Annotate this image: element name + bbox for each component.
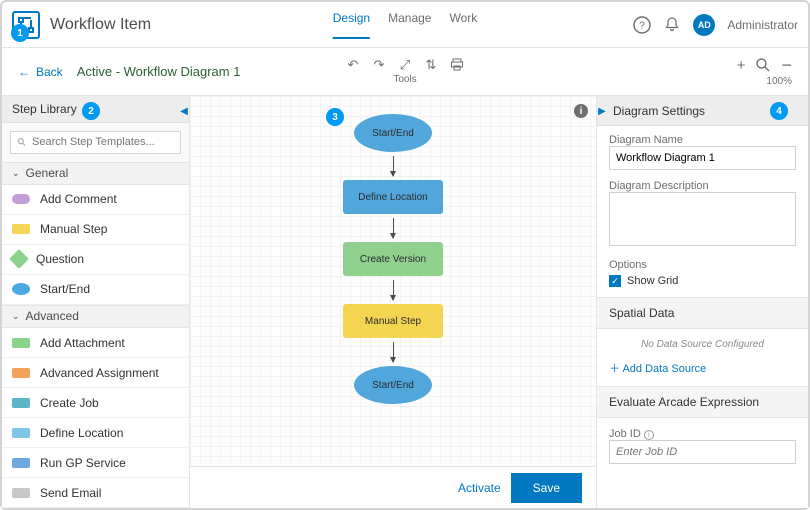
rect-icon [12,224,30,234]
node-end[interactable]: Start/End [354,366,432,404]
step-question[interactable]: Question [2,245,189,275]
arcade-section: Evaluate Arcade Expression [597,386,808,418]
top-bar: Workflow Item Design Manage Work ? AD Ad… [2,2,808,48]
step-start-end[interactable]: Start/End [2,275,189,305]
rect-icon [12,428,30,438]
step-run-gp-service[interactable]: Run GP Service [2,448,189,478]
rect-icon [12,458,30,468]
jobid-input[interactable] [609,440,796,464]
diagram-desc-input[interactable] [609,192,796,246]
page-title: Workflow Item [50,16,151,34]
arrow-icon [393,342,394,362]
rect-icon [12,488,30,498]
spatial-empty-text: No Data Source Configured [609,339,796,350]
tools-label: Tools [393,74,416,85]
node-manual-step[interactable]: Manual Step [343,304,443,338]
jobid-label: Job ID i [609,428,796,440]
diagram-settings-header: ▶ Diagram Settings 4 [597,96,808,126]
rect-icon [12,338,30,348]
print-icon[interactable] [450,58,464,72]
annotation-2: 2 [82,102,100,120]
rect-icon [12,368,30,378]
step-define-location[interactable]: Define Location [2,418,189,448]
diagram-canvas[interactable]: i 3 Start/End Define Location Create Ver… [190,96,596,508]
flowchart: Start/End Define Location Create Version… [190,96,596,466]
step-advanced-assignment[interactable]: Advanced Assignment [2,358,189,388]
zoom-icon[interactable] [755,57,771,73]
tools-group: ↶ ↷ ⤢ ⇅ Tools [346,58,464,85]
zoom-in-icon[interactable]: + [737,57,746,74]
info-small-icon[interactable]: i [644,430,654,440]
search-input[interactable] [32,136,174,148]
group-advanced[interactable]: ⌄Advanced [2,305,189,328]
arrow-icon [393,280,394,300]
group-general[interactable]: ⌄General [2,162,189,185]
fit-icon[interactable]: ⤢ [398,58,412,72]
canvas-footer: Activate Save [190,466,596,508]
step-send-email[interactable]: Send Email [2,478,189,508]
help-icon[interactable]: ? [633,16,651,34]
back-button[interactable]: ← Back [18,65,63,79]
redo-icon[interactable]: ↷ [372,58,386,72]
diagram-name-input[interactable] [609,146,796,170]
node-define-location[interactable]: Define Location [343,180,443,214]
save-button[interactable]: Save [511,473,582,503]
tab-work[interactable]: Work [449,11,477,39]
layout-icon[interactable]: ⇅ [424,58,438,72]
svg-text:?: ? [640,20,646,31]
collapse-right-icon[interactable]: ▶ [596,96,608,126]
add-datasource-button[interactable]: ＋ Add Data Source [609,360,796,376]
step-add-comment[interactable]: Add Comment [2,185,189,215]
bell-icon[interactable] [663,16,681,34]
activate-button[interactable]: Activate [458,481,501,495]
breadcrumb: Active - Workflow Diagram 1 [77,64,241,79]
search-icon [17,136,26,148]
diamond-icon [9,249,29,269]
top-tabs: Design Manage Work [333,11,478,39]
annotation-4: 4 [770,102,788,120]
back-arrow-icon: ← [18,65,30,79]
show-grid-checkbox[interactable]: ✓ Show Grid [609,275,796,287]
avatar[interactable]: AD [693,14,715,36]
rect-icon [12,398,30,408]
spatial-data-section: Spatial Data [597,297,808,329]
diagram-settings-panel: ▶ Diagram Settings 4 Diagram Name Diagra… [596,96,808,508]
app-logo-icon [12,11,40,39]
zoom-out-icon[interactable]: − [781,60,792,70]
ellipse-icon [12,194,30,204]
arrow-icon [393,156,394,176]
undo-icon[interactable]: ↶ [346,58,360,72]
step-manual-step[interactable]: Manual Step [2,215,189,245]
sub-bar: ← Back Active - Workflow Diagram 1 ↶ ↷ ⤢… [2,48,808,96]
step-add-attachment[interactable]: Add Attachment [2,328,189,358]
diagram-desc-label: Diagram Description [609,180,796,192]
zoom-level: 100% [766,76,792,87]
step-create-job[interactable]: Create Job [2,388,189,418]
ellipse-icon [12,283,30,295]
arrow-icon [393,218,394,238]
options-label: Options [609,259,796,271]
checkbox-icon: ✓ [609,275,621,287]
collapse-left-icon[interactable]: ◀ [178,96,190,126]
search-box[interactable] [10,131,181,154]
tab-manage[interactable]: Manage [388,11,431,39]
username: Administrator [727,18,798,32]
node-start[interactable]: Start/End [354,114,432,152]
step-library-panel: Step Library 2 ◀ ⌄General Add Comment Ma… [2,96,190,508]
node-create-version[interactable]: Create Version [343,242,443,276]
tab-design[interactable]: Design [333,11,370,39]
diagram-name-label: Diagram Name [609,134,796,146]
step-library-header: Step Library 2 ◀ [2,96,189,123]
